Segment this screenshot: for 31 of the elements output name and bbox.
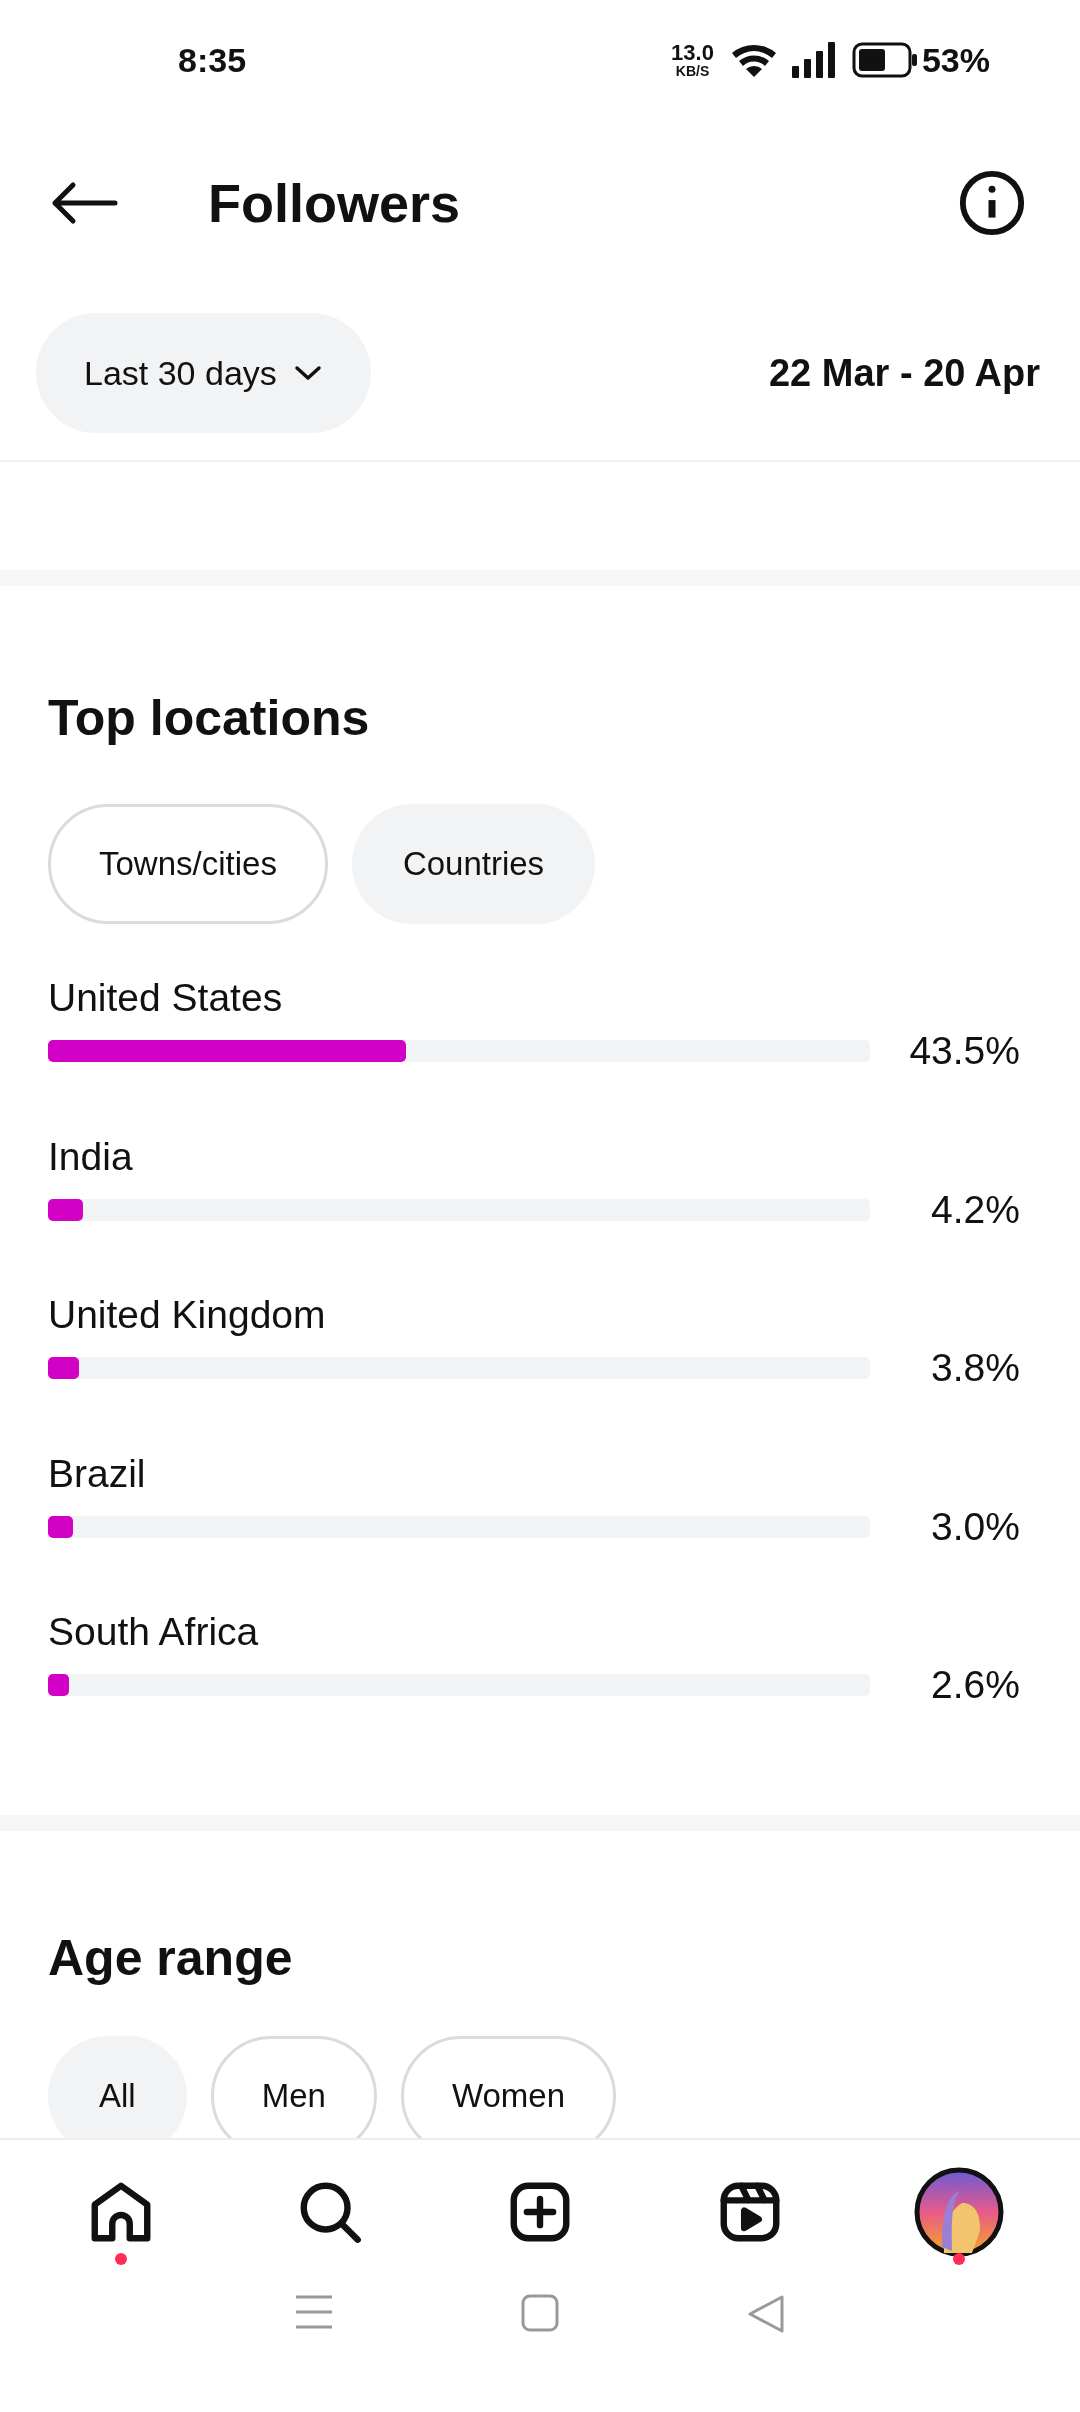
signal-icon bbox=[791, 42, 836, 78]
filter-chip[interactable]: Women bbox=[400, 2035, 616, 2138]
battery-icon bbox=[851, 42, 918, 78]
filter-chip[interactable]: All bbox=[48, 2035, 187, 2138]
chevron-down-icon bbox=[292, 363, 323, 383]
avatar-icon bbox=[914, 2167, 1005, 2257]
back-triangle-icon[interactable] bbox=[746, 2294, 787, 2334]
section-title: Age range bbox=[47, 1928, 294, 1988]
square-icon[interactable] bbox=[521, 2294, 559, 2332]
section-title: Top locations bbox=[47, 689, 371, 748]
filter-chip[interactable]: Men bbox=[210, 2035, 377, 2138]
location-percent: 43.5% bbox=[909, 1028, 1020, 1074]
location-name: Brazil bbox=[48, 1450, 147, 1497]
location-percent: 3.0% bbox=[931, 1503, 1020, 1550]
filter-chip[interactable]: Countries bbox=[351, 804, 596, 924]
location-name: United States bbox=[48, 975, 284, 1021]
battery-percent: 53% bbox=[921, 39, 990, 81]
location-name: India bbox=[48, 1133, 134, 1180]
filter-chip[interactable]: Towns/cities bbox=[48, 804, 328, 924]
location-percent: 4.2% bbox=[931, 1186, 1020, 1233]
page-title: Followers bbox=[208, 171, 461, 235]
speed-unit: KB/S bbox=[675, 64, 710, 78]
date-range: 22 Mar - 20 Apr bbox=[768, 350, 1040, 396]
location-name: South Africa bbox=[48, 1609, 260, 1655]
location-percent: 3.8% bbox=[931, 1345, 1020, 1391]
location-percent: 2.6% bbox=[931, 1662, 1020, 1708]
menu-icon[interactable] bbox=[293, 2294, 334, 2330]
status-time: 8:35 bbox=[178, 39, 247, 81]
network-speed: 13.0 bbox=[671, 42, 714, 64]
period-dropdown[interactable]: Last 30 days bbox=[36, 313, 371, 433]
location-name: United Kingdom bbox=[48, 1292, 327, 1338]
